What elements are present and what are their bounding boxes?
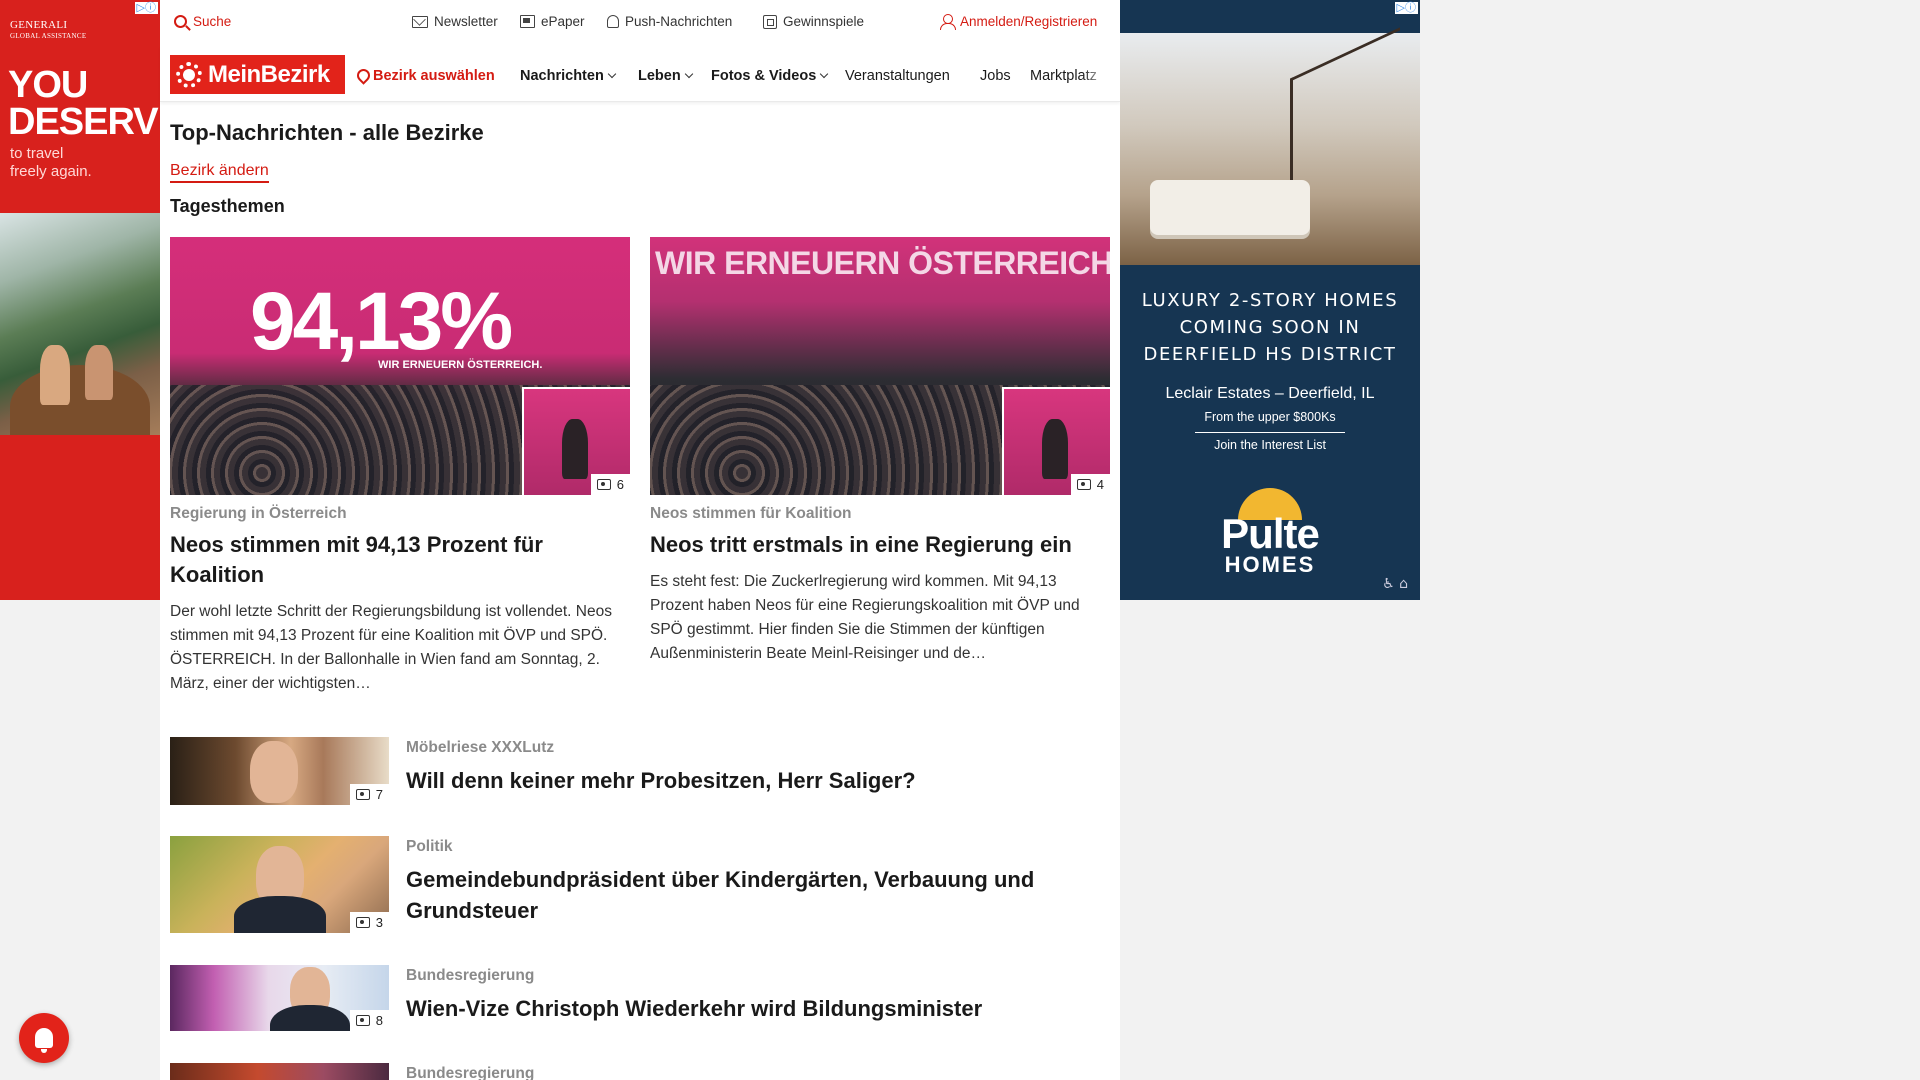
main-navigation: MeinBezirk Bezirk auswählen Nachrichten …: [160, 46, 1120, 102]
adchoices-icon[interactable]: ▷ⓘ: [134, 2, 158, 14]
chevron-down-icon: [820, 69, 829, 79]
change-district-link[interactable]: Bezirk ändern: [170, 162, 269, 183]
ad-house-photo: [1120, 27, 1420, 265]
contests-link[interactable]: Gewinnspiele: [763, 14, 864, 29]
district-select[interactable]: Bezirk auswählen: [357, 68, 495, 84]
pulte-logo: Pulte HOMES: [1120, 488, 1420, 576]
featured-article[interactable]: WIR ERNEUERN ÖSTERREICH 4 Neos stimmen f…: [650, 237, 1110, 666]
gallery-badge: 3: [349, 912, 389, 933]
ad-headline: LUXURY 2-STORY HOMES COMING SOON IN DEER…: [1141, 290, 1399, 365]
bell-icon: [35, 1028, 53, 1053]
page-title: Top-Nachrichten - alle Bezirke: [170, 120, 484, 145]
article-kicker: Bundesregierung: [406, 967, 535, 984]
chevron-down-icon: [684, 69, 693, 79]
article-thumbnail[interactable]: 7: [170, 737, 389, 805]
left-advertisement[interactable]: ▷ⓘ GENERALI GLOBAL ASSISTANCE YOU DESERV…: [0, 0, 160, 600]
article-kicker: Bundesregierung: [406, 1065, 535, 1080]
mail-icon: [412, 15, 428, 28]
featured-article[interactable]: 94,13% WIR ERNEUERN ÖSTERREICH. 6 Regier…: [170, 237, 630, 696]
top-utility-bar: Suche Newsletter ePaper Push-Nachrichten…: [160, 0, 1120, 46]
ad-community: Leclair Estates – Deerfield, IL: [1165, 385, 1375, 402]
article-thumbnail[interactable]: 8: [170, 965, 389, 1031]
nav-marketplace[interactable]: Marktplatz: [1030, 68, 1110, 84]
nav-jobs[interactable]: Jobs: [980, 68, 1011, 84]
section-title: Tagesthemen: [170, 196, 285, 216]
site-logo[interactable]: MeinBezirk: [170, 55, 345, 94]
ad-cta[interactable]: Join the Interest List: [1120, 438, 1420, 452]
article-thumbnail[interactable]: [170, 1063, 389, 1080]
nav-events[interactable]: Veranstaltungen: [845, 68, 950, 84]
search-icon: [174, 15, 187, 28]
image-gallery-icon: [1076, 479, 1091, 490]
newsletter-link[interactable]: Newsletter: [412, 14, 498, 29]
article-kicker: Regierung in Österreich: [170, 505, 347, 522]
login-link[interactable]: Anmelden/Registrieren: [940, 14, 1097, 30]
image-gallery-icon: [596, 479, 611, 490]
nav-life[interactable]: Leben: [638, 68, 693, 84]
article-headline[interactable]: Neos tritt erstmals in eine Regierung ei…: [650, 530, 1110, 560]
epaper-link[interactable]: ePaper: [520, 14, 585, 29]
nav-photos-videos[interactable]: Fotos & Videos: [711, 68, 829, 84]
newspaper-icon: [520, 15, 535, 28]
right-advertisement[interactable]: ▷ⓘ LUXURY 2-STORY HOMES COMING SOON IN D…: [1120, 0, 1420, 600]
image-gallery-icon: [355, 1015, 370, 1026]
ad-headline: YOU DESERVE: [8, 64, 160, 143]
article-thumbnail[interactable]: 3: [170, 836, 389, 933]
adchoices-icon[interactable]: ▷ⓘ: [1394, 2, 1418, 14]
nav-news[interactable]: Nachrichten: [520, 68, 617, 84]
gallery-badge: 4: [1070, 474, 1110, 495]
accessibility-icon: ♿ ⌂: [1382, 576, 1408, 592]
ad-price: From the upper $800Ks: [1204, 410, 1336, 424]
image-gallery-icon: [355, 789, 370, 800]
gift-icon: [763, 14, 777, 29]
article-teaser: Der wohl letzte Schritt der Regierungsbi…: [170, 603, 612, 692]
list-item[interactable]: Bundesregierung: [170, 1063, 1110, 1080]
list-item[interactable]: 3 Politik Gemeindebundpräsident über Kin…: [170, 836, 1110, 934]
gallery-badge: 8: [349, 1010, 389, 1031]
gallery-badge: 7: [349, 784, 389, 805]
search-link[interactable]: Suche: [174, 14, 231, 29]
list-item[interactable]: 7 Möbelriese XXXLutz Will denn keiner me…: [170, 737, 1110, 807]
article-headline[interactable]: Neos stimmen mit 94,13 Prozent für Koali…: [170, 530, 630, 590]
article-kicker: Neos stimmen für Koalition: [650, 505, 852, 522]
article-headline[interactable]: Will denn keiner mehr Probesitzen, Herr …: [406, 765, 1106, 796]
article-kicker: Politik: [406, 838, 453, 855]
article-image[interactable]: 94,13% WIR ERNEUERN ÖSTERREICH. 6: [170, 237, 630, 495]
image-gallery-icon: [355, 917, 370, 928]
bell-icon: [607, 15, 619, 28]
push-notifications-link[interactable]: Push-Nachrichten: [607, 14, 732, 29]
notification-bell-button[interactable]: [19, 1013, 69, 1063]
location-pin-icon: [357, 69, 368, 83]
user-icon: [940, 14, 956, 30]
article-kicker: Möbelriese XXXLutz: [406, 739, 555, 756]
article-headline[interactable]: Gemeindebundpräsident über Kindergärten,…: [406, 864, 1106, 926]
list-item[interactable]: 8 Bundesregierung Wien-Vize Christoph Wi…: [170, 965, 1110, 1033]
gallery-badge: 6: [590, 474, 630, 495]
article-image[interactable]: WIR ERNEUERN ÖSTERREICH 4: [650, 237, 1110, 495]
chevron-down-icon: [607, 69, 617, 79]
ad-tagline: to travel freely again.: [10, 145, 92, 180]
main-content: Suche Newsletter ePaper Push-Nachrichten…: [160, 0, 1120, 1080]
ad-travel-photo: [0, 213, 160, 435]
article-headline[interactable]: Wien-Vize Christoph Wiederkehr wird Bild…: [406, 993, 1106, 1024]
article-teaser: Es steht fest: Die Zuckerlregierung wird…: [650, 573, 1080, 662]
logo-sun-icon: [176, 61, 202, 88]
